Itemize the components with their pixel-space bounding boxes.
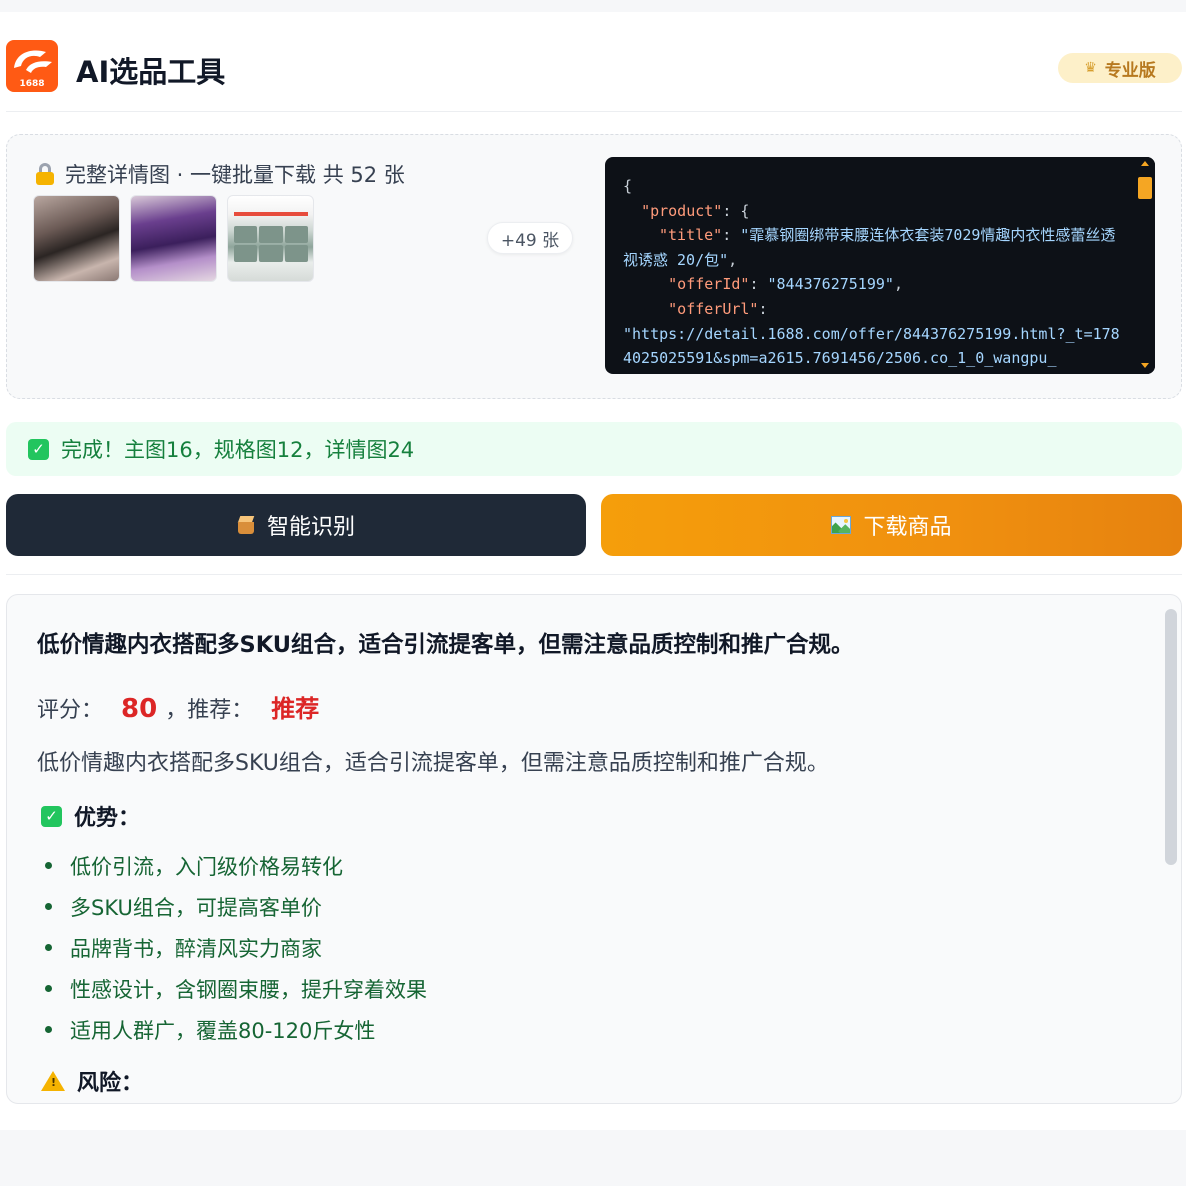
- app-window: 1688 AI选品工具 ♛ 专业版 完整详情图 · 一键批量下载 共 52 张 …: [0, 12, 1186, 1130]
- analysis-result-card: 低价情趣内衣搭配多SKU组合，适合引流提客单，但需注意品质控制和推广合规。 评分…: [6, 594, 1182, 1104]
- images-card: 完整详情图 · 一键批量下载 共 52 张 +49 张 { "product":…: [6, 134, 1182, 399]
- list-item: 性感设计，含钢圈束腰，提升穿着效果: [45, 968, 427, 1009]
- lock-icon: [35, 163, 55, 185]
- json-scrollbar[interactable]: [1135, 157, 1155, 374]
- json-line: "https://detail.1688.com/offer/844376275…: [623, 324, 1120, 368]
- crown-icon: ♛: [1084, 60, 1097, 76]
- risks-heading: ! 风险：: [41, 1065, 143, 1097]
- score-label: 评分：: [37, 698, 104, 723]
- advantages-title: 优势：: [74, 806, 141, 831]
- list-item: 多SKU组合，可提高客单价: [45, 886, 427, 927]
- json-preview[interactable]: { "product": { "title": "霏慕钢圈绑带束腰连体衣套装70…: [605, 157, 1155, 374]
- result-scrollbar[interactable]: [1165, 609, 1177, 865]
- json-line: "offerUrl":: [668, 299, 768, 318]
- identify-button-label: 智能识别: [266, 515, 355, 540]
- recommend-value: 推荐: [271, 695, 320, 723]
- json-line: "title": "霏慕钢圈绑带束腰连体衣套装7029情趣内衣性感蕾丝透视诱惑 …: [623, 226, 1116, 269]
- json-line: "offerId": "844376275199",: [668, 275, 903, 294]
- pro-badge-label: 专业版: [1104, 60, 1156, 81]
- success-text: 完成！主图16，规格图12，详情图24: [61, 438, 415, 462]
- advantages-heading: ✓ 优势：: [41, 800, 140, 832]
- success-banner: ✓ 完成！主图16，规格图12，详情图24: [6, 422, 1182, 476]
- recommend-label: ，推荐：: [165, 698, 254, 723]
- thumbnail-strip: [33, 195, 314, 282]
- images-heading: 完整详情图 · 一键批量下载 共 52 张: [35, 159, 405, 189]
- json-content: { "product": { "title": "霏慕钢圈绑带束腰连体衣套装70…: [623, 174, 1123, 371]
- logo-text: 1688: [19, 79, 45, 89]
- list-item: 适用人群广，覆盖80-120斤女性: [45, 1009, 427, 1050]
- thumbnail-3[interactable]: [227, 195, 314, 282]
- check-icon: ✓: [41, 805, 62, 827]
- pro-badge[interactable]: ♛ 专业版: [1058, 53, 1182, 83]
- download-button[interactable]: 下载商品: [601, 494, 1182, 556]
- divider: [6, 574, 1182, 575]
- header: 1688 AI选品工具 ♛ 专业版: [6, 12, 1182, 112]
- summary-title: 低价情趣内衣搭配多SKU组合，适合引流提客单，但需注意品质控制和推广合规。: [37, 632, 854, 658]
- download-button-label: 下载商品: [863, 515, 952, 540]
- json-line: "product": {: [641, 201, 750, 220]
- picture-icon: [831, 516, 852, 534]
- json-line: {: [623, 177, 633, 195]
- warning-icon: !: [41, 1071, 65, 1091]
- logo-1688: 1688: [6, 40, 58, 92]
- images-heading-text: 完整详情图 · 一键批量下载 共 52 张: [65, 163, 405, 187]
- app-title: AI选品工具: [76, 55, 226, 89]
- score-line: 评分： 80 ，推荐： 推荐: [37, 689, 319, 724]
- package-icon: [237, 516, 255, 534]
- list-item: 品牌背书，醉清风实力商家: [45, 927, 427, 968]
- thumbnail-2[interactable]: [130, 195, 217, 282]
- list-item: 低价引流，入门级价格易转化: [45, 845, 427, 886]
- thumbnail-1[interactable]: [33, 195, 120, 282]
- more-images-pill[interactable]: +49 张: [487, 222, 573, 254]
- check-icon: ✓: [28, 438, 49, 460]
- scroll-up-arrow-icon[interactable]: [1141, 161, 1149, 166]
- json-scroll-thumb[interactable]: [1138, 177, 1152, 199]
- scroll-down-arrow-icon[interactable]: [1141, 363, 1149, 368]
- score-value: 80: [121, 694, 158, 724]
- advantages-list: 低价引流，入门级价格易转化 多SKU组合，可提高客单价 品牌背书，醉清风实力商家…: [45, 845, 427, 1050]
- risks-title: 风险：: [77, 1071, 144, 1096]
- identify-button[interactable]: 智能识别: [6, 494, 586, 556]
- summary-text: 低价情趣内衣搭配多SKU组合，适合引流提客单，但需注意品质控制和推广合规。: [37, 751, 829, 776]
